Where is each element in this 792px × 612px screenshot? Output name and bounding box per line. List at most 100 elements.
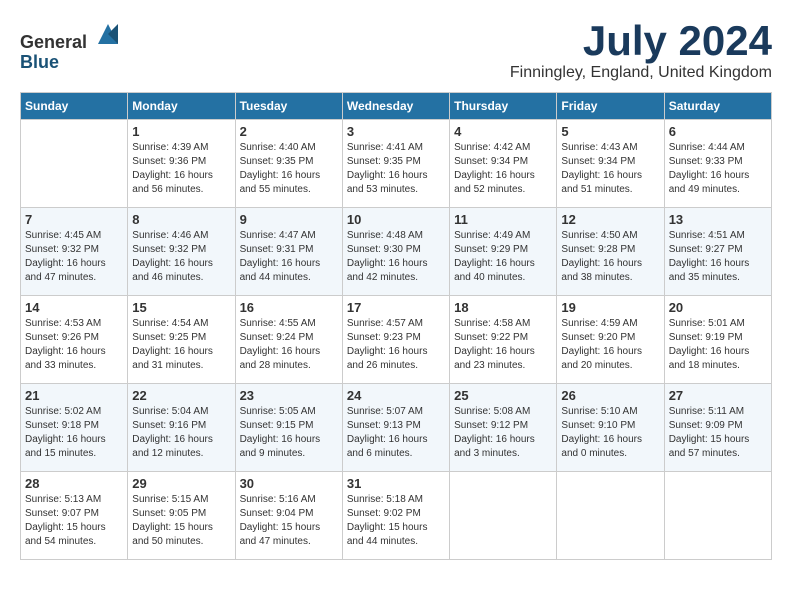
day-info: Sunrise: 4:58 AM Sunset: 9:22 PM Dayligh… [454,317,552,373]
day-info: Sunrise: 5:11 AM Sunset: 9:09 PM Dayligh… [669,405,767,461]
daylight-text: Daylight: 16 hours and 6 minutes. [347,433,445,461]
day-cell: 21 Sunrise: 5:02 AM Sunset: 9:18 PM Dayl… [21,384,128,472]
sunset-text: Sunset: 9:05 PM [132,507,230,521]
sunset-text: Sunset: 9:33 PM [669,155,767,169]
day-info: Sunrise: 4:50 AM Sunset: 9:28 PM Dayligh… [561,229,659,285]
day-number: 1 [132,124,230,139]
header-row: Sunday Monday Tuesday Wednesday Thursday… [21,93,772,120]
sunrise-text: Sunrise: 4:57 AM [347,317,445,331]
daylight-text: Daylight: 16 hours and 0 minutes. [561,433,659,461]
sunset-text: Sunset: 9:13 PM [347,419,445,433]
day-number: 12 [561,212,659,227]
sunset-text: Sunset: 9:35 PM [347,155,445,169]
day-info: Sunrise: 5:16 AM Sunset: 9:04 PM Dayligh… [240,493,338,549]
header: General Blue July 2024 Finningley, Engla… [20,20,772,82]
sunset-text: Sunset: 9:16 PM [132,419,230,433]
daylight-text: Daylight: 16 hours and 9 minutes. [240,433,338,461]
daylight-text: Daylight: 16 hours and 42 minutes. [347,257,445,285]
logo-icon [94,20,122,48]
daylight-text: Daylight: 16 hours and 44 minutes. [240,257,338,285]
week-row-5: 28 Sunrise: 5:13 AM Sunset: 9:07 PM Dayl… [21,472,772,560]
sunrise-text: Sunrise: 4:50 AM [561,229,659,243]
day-cell: 22 Sunrise: 5:04 AM Sunset: 9:16 PM Dayl… [128,384,235,472]
day-cell: 1 Sunrise: 4:39 AM Sunset: 9:36 PM Dayli… [128,120,235,208]
day-cell: 26 Sunrise: 5:10 AM Sunset: 9:10 PM Dayl… [557,384,664,472]
day-cell: 25 Sunrise: 5:08 AM Sunset: 9:12 PM Dayl… [450,384,557,472]
day-number: 21 [25,388,123,403]
day-cell: 31 Sunrise: 5:18 AM Sunset: 9:02 PM Dayl… [342,472,449,560]
daylight-text: Daylight: 16 hours and 15 minutes. [25,433,123,461]
day-cell: 4 Sunrise: 4:42 AM Sunset: 9:34 PM Dayli… [450,120,557,208]
day-cell: 19 Sunrise: 4:59 AM Sunset: 9:20 PM Dayl… [557,296,664,384]
day-cell [664,472,771,560]
day-cell: 3 Sunrise: 4:41 AM Sunset: 9:35 PM Dayli… [342,120,449,208]
sunrise-text: Sunrise: 5:16 AM [240,493,338,507]
sunset-text: Sunset: 9:20 PM [561,331,659,345]
calendar-table: Sunday Monday Tuesday Wednesday Thursday… [20,92,772,560]
day-cell: 9 Sunrise: 4:47 AM Sunset: 9:31 PM Dayli… [235,208,342,296]
day-number: 3 [347,124,445,139]
day-cell: 30 Sunrise: 5:16 AM Sunset: 9:04 PM Dayl… [235,472,342,560]
logo-general: General [20,32,87,52]
sunrise-text: Sunrise: 4:53 AM [25,317,123,331]
day-cell: 2 Sunrise: 4:40 AM Sunset: 9:35 PM Dayli… [235,120,342,208]
daylight-text: Daylight: 16 hours and 52 minutes. [454,169,552,197]
day-info: Sunrise: 4:53 AM Sunset: 9:26 PM Dayligh… [25,317,123,373]
day-info: Sunrise: 4:59 AM Sunset: 9:20 PM Dayligh… [561,317,659,373]
day-number: 18 [454,300,552,315]
daylight-text: Daylight: 15 hours and 57 minutes. [669,433,767,461]
sunset-text: Sunset: 9:18 PM [25,419,123,433]
sunrise-text: Sunrise: 5:13 AM [25,493,123,507]
sunrise-text: Sunrise: 5:02 AM [25,405,123,419]
sunrise-text: Sunrise: 5:18 AM [347,493,445,507]
daylight-text: Daylight: 16 hours and 35 minutes. [669,257,767,285]
day-number: 27 [669,388,767,403]
daylight-text: Daylight: 16 hours and 20 minutes. [561,345,659,373]
day-number: 30 [240,476,338,491]
col-tuesday: Tuesday [235,93,342,120]
day-cell: 14 Sunrise: 4:53 AM Sunset: 9:26 PM Dayl… [21,296,128,384]
day-info: Sunrise: 5:05 AM Sunset: 9:15 PM Dayligh… [240,405,338,461]
title-area: July 2024 Finningley, England, United Ki… [510,20,772,82]
week-row-3: 14 Sunrise: 4:53 AM Sunset: 9:26 PM Dayl… [21,296,772,384]
day-number: 2 [240,124,338,139]
col-saturday: Saturday [664,93,771,120]
daylight-text: Daylight: 16 hours and 28 minutes. [240,345,338,373]
day-cell: 18 Sunrise: 4:58 AM Sunset: 9:22 PM Dayl… [450,296,557,384]
day-info: Sunrise: 4:55 AM Sunset: 9:24 PM Dayligh… [240,317,338,373]
sunrise-text: Sunrise: 4:43 AM [561,141,659,155]
day-cell: 29 Sunrise: 5:15 AM Sunset: 9:05 PM Dayl… [128,472,235,560]
daylight-text: Daylight: 16 hours and 38 minutes. [561,257,659,285]
sunrise-text: Sunrise: 4:48 AM [347,229,445,243]
day-number: 17 [347,300,445,315]
day-cell: 17 Sunrise: 4:57 AM Sunset: 9:23 PM Dayl… [342,296,449,384]
day-info: Sunrise: 4:54 AM Sunset: 9:25 PM Dayligh… [132,317,230,373]
day-cell: 7 Sunrise: 4:45 AM Sunset: 9:32 PM Dayli… [21,208,128,296]
day-cell: 6 Sunrise: 4:44 AM Sunset: 9:33 PM Dayli… [664,120,771,208]
sunset-text: Sunset: 9:30 PM [347,243,445,257]
day-info: Sunrise: 4:48 AM Sunset: 9:30 PM Dayligh… [347,229,445,285]
day-cell: 20 Sunrise: 5:01 AM Sunset: 9:19 PM Dayl… [664,296,771,384]
day-number: 24 [347,388,445,403]
daylight-text: Daylight: 16 hours and 3 minutes. [454,433,552,461]
sunrise-text: Sunrise: 4:41 AM [347,141,445,155]
day-number: 23 [240,388,338,403]
sunrise-text: Sunrise: 4:42 AM [454,141,552,155]
sunrise-text: Sunrise: 4:47 AM [240,229,338,243]
daylight-text: Daylight: 16 hours and 40 minutes. [454,257,552,285]
daylight-text: Daylight: 16 hours and 26 minutes. [347,345,445,373]
sunset-text: Sunset: 9:10 PM [561,419,659,433]
location-title: Finningley, England, United Kingdom [510,64,772,82]
sunset-text: Sunset: 9:27 PM [669,243,767,257]
sunset-text: Sunset: 9:15 PM [240,419,338,433]
sunrise-text: Sunrise: 5:11 AM [669,405,767,419]
sunrise-text: Sunrise: 4:58 AM [454,317,552,331]
day-info: Sunrise: 5:08 AM Sunset: 9:12 PM Dayligh… [454,405,552,461]
sunrise-text: Sunrise: 4:59 AM [561,317,659,331]
day-number: 13 [669,212,767,227]
logo-blue: Blue [20,52,59,72]
sunrise-text: Sunrise: 4:39 AM [132,141,230,155]
day-number: 15 [132,300,230,315]
week-row-4: 21 Sunrise: 5:02 AM Sunset: 9:18 PM Dayl… [21,384,772,472]
sunrise-text: Sunrise: 4:44 AM [669,141,767,155]
